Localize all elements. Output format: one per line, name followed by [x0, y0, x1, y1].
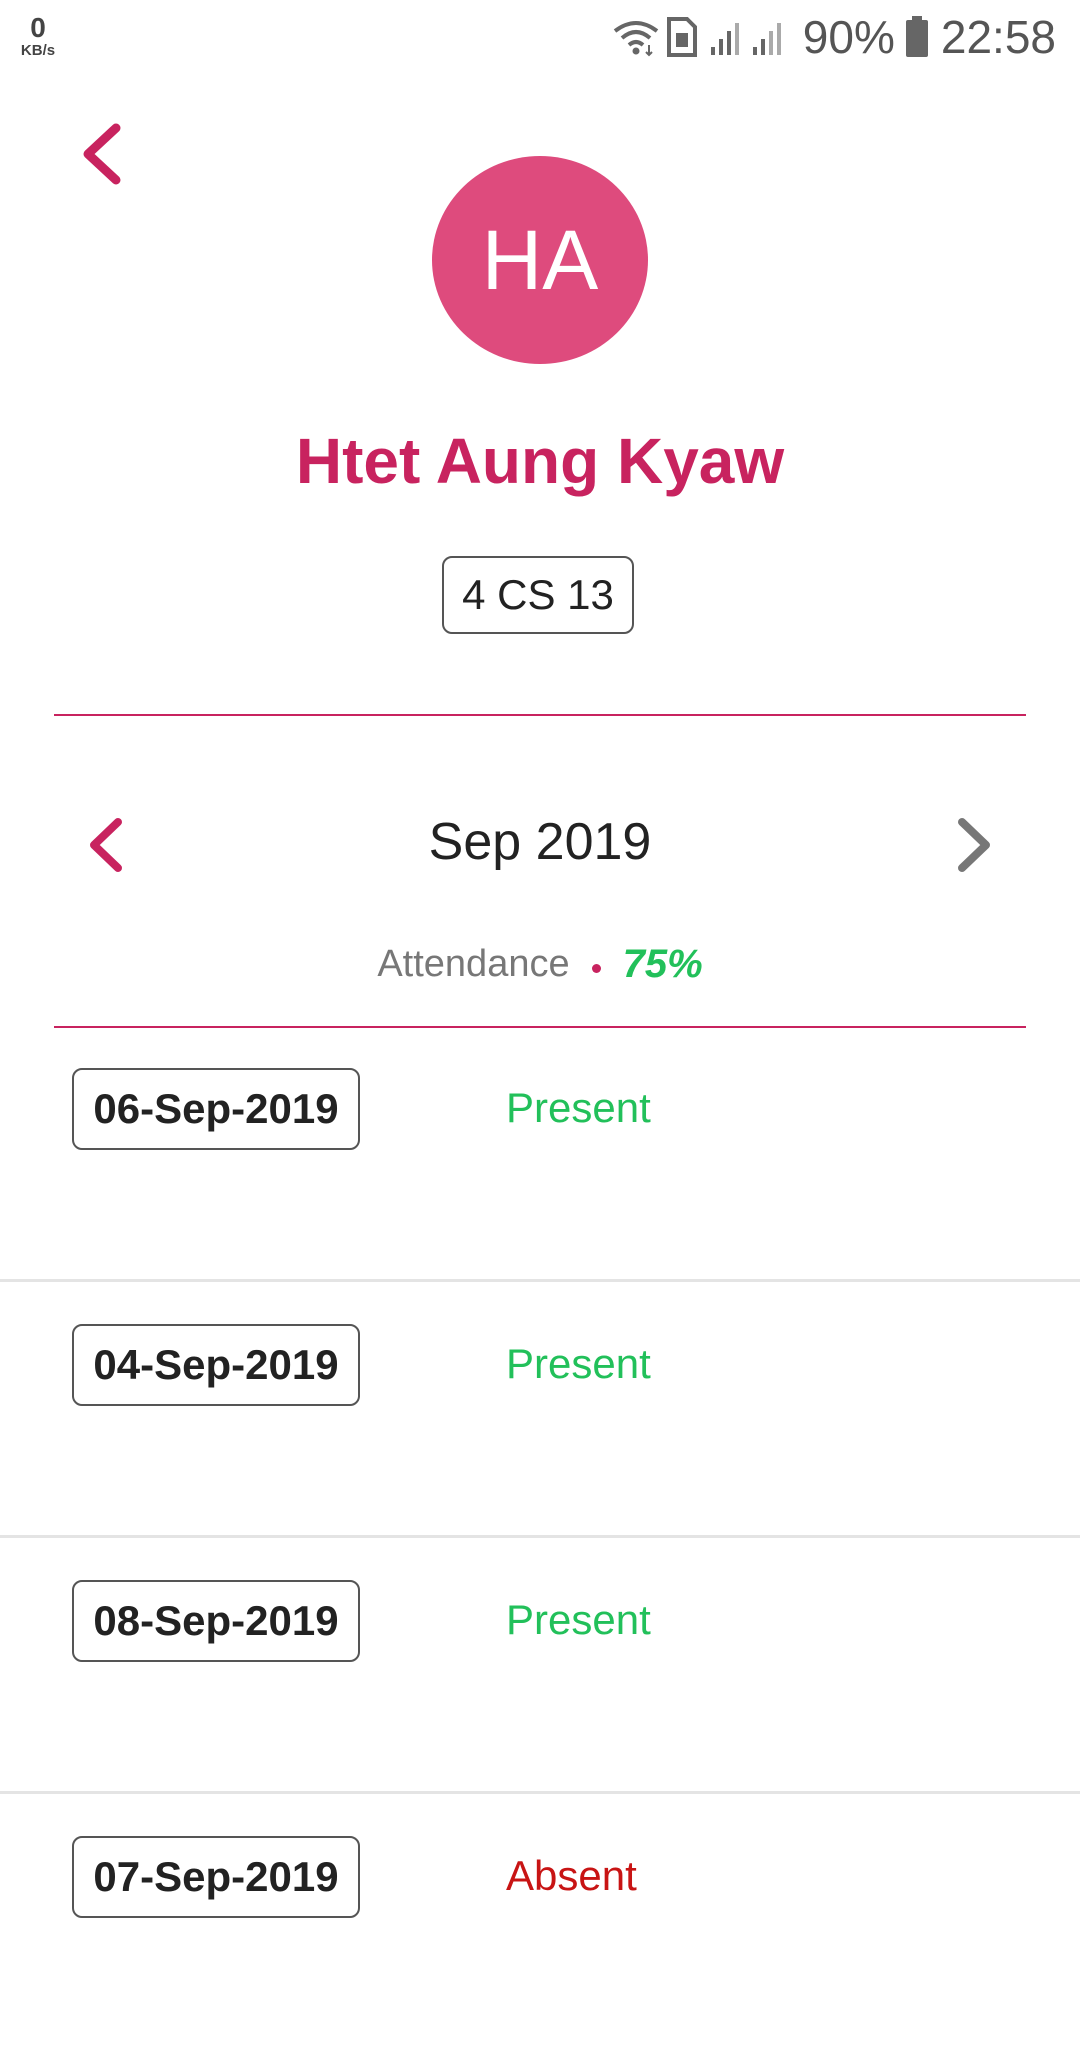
date-badge: 08-Sep-2019 — [72, 1580, 360, 1662]
battery-icon — [905, 16, 928, 57]
list-item: 06-Sep-2019 Present — [0, 1026, 1080, 1282]
separator-dot — [591, 964, 601, 973]
student-name: Htet Aung Kyaw — [295, 425, 785, 497]
battery-percentage: 90% — [802, 11, 895, 63]
attendance-status: Present — [506, 1596, 651, 1643]
chevron-right-icon — [958, 818, 990, 872]
list-item: 08-Sep-2019 Present — [0, 1538, 1080, 1794]
class-badge: 4 CS 13 — [442, 556, 634, 634]
attendance-status: Present — [506, 1084, 651, 1131]
back-chevron-icon — [83, 123, 121, 185]
clock: 22:58 — [940, 11, 1056, 63]
attendance-label: Attendance — [377, 943, 570, 985]
network-speed-unit: KB/s — [20, 42, 56, 59]
network-speed: 0 KB/s — [16, 12, 60, 59]
attendance-summary: Attendance 75% — [0, 942, 1080, 987]
status-icons: 90% 22:58 — [611, 11, 1056, 63]
back-button[interactable] — [72, 118, 136, 190]
month-label: Sep 2019 — [428, 813, 652, 871]
wifi-icon — [613, 21, 659, 57]
network-speed-value: 0 — [30, 12, 46, 43]
list-item: 04-Sep-2019 Present — [0, 1282, 1080, 1538]
attendance-status: Present — [506, 1340, 651, 1387]
attendance-status: Absent — [506, 1852, 637, 1899]
section-divider — [54, 714, 1026, 716]
next-month-button[interactable] — [948, 814, 998, 876]
sim-icon — [666, 17, 697, 57]
signal-icon — [710, 23, 781, 55]
attendance-list: 06-Sep-2019 Present 04-Sep-2019 Present … — [0, 1026, 1080, 2047]
attendance-percentage: 75% — [622, 942, 703, 986]
avatar: HA — [432, 156, 648, 364]
date-badge: 04-Sep-2019 — [72, 1324, 360, 1406]
date-badge: 06-Sep-2019 — [72, 1068, 360, 1150]
list-item: 07-Sep-2019 Absent — [0, 1794, 1080, 2047]
status-bar: 0 KB/s 90% 22:58 — [0, 0, 1080, 80]
date-badge: 07-Sep-2019 — [72, 1836, 360, 1918]
